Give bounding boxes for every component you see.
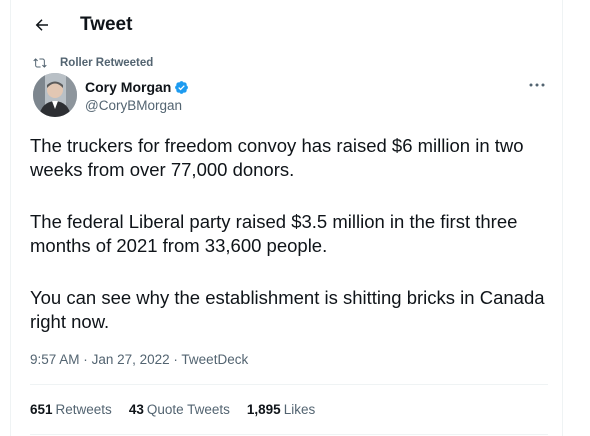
retweet-context[interactable]: Roller Retweeted — [33, 55, 153, 71]
tweet-time[interactable]: 9:57 AM — [30, 352, 80, 367]
likes-count: 1,895 — [246, 402, 281, 417]
page-header: Tweet — [11, 0, 562, 50]
retweets-count: 651 — [30, 402, 53, 417]
verified-badge-icon — [175, 80, 189, 94]
arrow-left-icon — [35, 19, 48, 31]
more-options-button[interactable] — [526, 76, 548, 94]
more-dots-icon — [529, 83, 545, 87]
quote-tweets-stat[interactable]: 43 Quote Tweets — [129, 402, 230, 417]
tweet-detail-column: Tweet Roller Retweeted Cory Morgan @Cory… — [10, 0, 563, 436]
avatar-image — [33, 73, 77, 117]
likes-stat[interactable]: 1,895 Likes — [247, 402, 315, 417]
retweet-label: Roller Retweeted — [60, 57, 154, 69]
retweets-label: Retweets — [55, 402, 112, 417]
meta-separator: · — [173, 352, 178, 367]
retweet-icon — [33, 58, 47, 68]
tweet-stats: 651 Retweets 43 Quote Tweets 1,895 Likes — [30, 402, 332, 417]
tweet-meta: 9:57 AM · Jan 27, 2022 · TweetDeck — [30, 352, 248, 367]
tweet-date[interactable]: Jan 27, 2022 — [92, 352, 170, 367]
author-name-row: Cory Morgan — [85, 79, 189, 95]
divider — [30, 384, 548, 385]
tweet-paragraph: The truckers for freedom convoy has rais… — [30, 135, 524, 180]
tweet-paragraph: The federal Liberal party raised $3.5 mi… — [30, 211, 518, 256]
likes-label: Likes — [283, 402, 316, 417]
tweet-source[interactable]: TweetDeck — [181, 352, 248, 367]
tweet-paragraph: You can see why the establishment is shi… — [30, 287, 545, 332]
back-button[interactable] — [29, 12, 55, 38]
quotes-label: Quote Tweets — [146, 402, 230, 417]
author-name[interactable]: Cory Morgan — [85, 79, 171, 95]
quotes-count: 43 — [128, 402, 144, 417]
page-title: Tweet — [80, 14, 133, 35]
meta-separator: · — [83, 352, 88, 367]
author-handle[interactable]: @CoryBMorgan — [85, 98, 182, 113]
avatar[interactable] — [33, 73, 77, 117]
retweets-stat[interactable]: 651 Retweets — [30, 402, 112, 417]
divider — [30, 434, 548, 435]
